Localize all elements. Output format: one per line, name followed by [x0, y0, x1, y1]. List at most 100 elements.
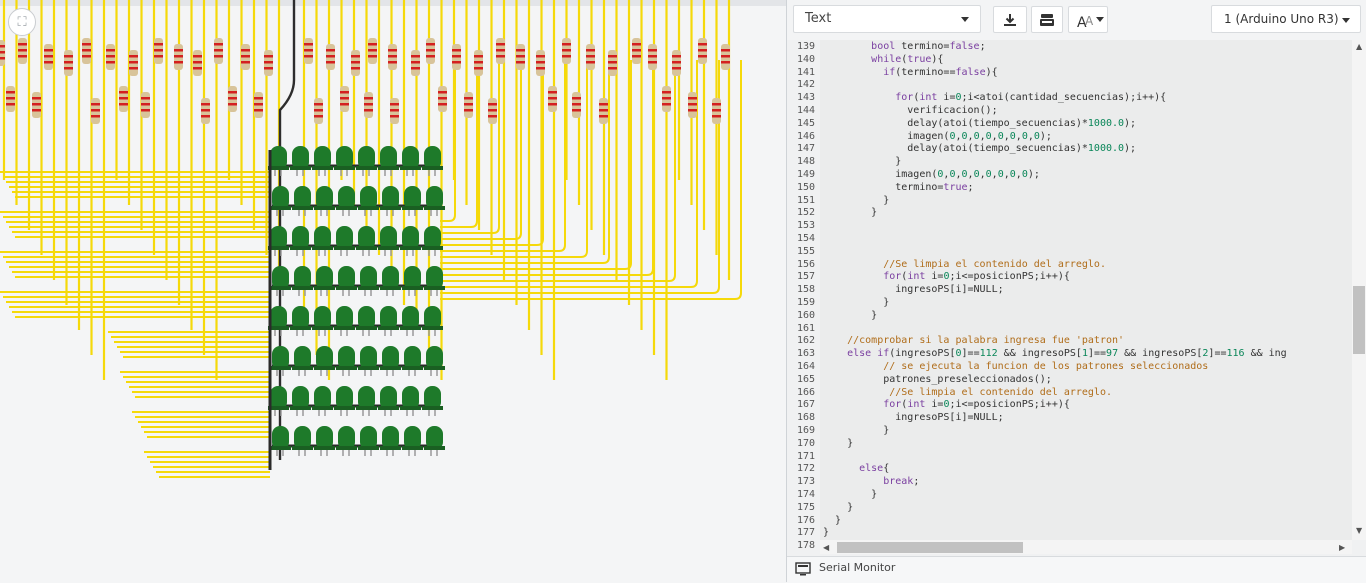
resistor-stripe	[562, 55, 571, 58]
line-number: 143	[796, 92, 815, 104]
led-leg	[296, 330, 304, 336]
led-base	[402, 286, 423, 290]
code-line[interactable]: patrones_preseleccionados();	[823, 374, 1052, 385]
line-number: 163	[796, 348, 815, 360]
code-line[interactable]: }	[823, 527, 829, 538]
code-line[interactable]: }	[823, 207, 877, 218]
resistor-stripe	[721, 49, 730, 52]
code-line[interactable]: }	[823, 489, 877, 500]
wire	[440, 60, 654, 276]
code-line[interactable]: }	[823, 438, 853, 449]
code-line[interactable]: ingresoPS[i]=NULL;	[823, 284, 1003, 295]
code-line[interactable]: //comprobar si la palabra ingresa fue 'p…	[823, 335, 1124, 346]
resistor-stripe	[438, 91, 447, 94]
resistor-stripe	[516, 55, 525, 58]
led-leg	[406, 410, 414, 416]
horizontal-scroll-thumb[interactable]	[837, 542, 1023, 553]
circuit-canvas[interactable]: ⛶	[0, 0, 786, 582]
code-line[interactable]: else if(ingresoPS[0]==112 && ingresoPS[1…	[823, 348, 1287, 359]
line-number: 141	[796, 66, 815, 78]
led-base	[356, 326, 377, 330]
code-line[interactable]: while(true){	[823, 54, 943, 65]
resistor-stripe	[351, 55, 360, 58]
font-size-button[interactable]: A A	[1068, 6, 1108, 33]
scroll-left-icon[interactable]: ◀	[823, 543, 829, 552]
code-line[interactable]: bool termino=false;	[823, 41, 985, 52]
resistor-stripe	[721, 55, 730, 58]
led-base	[314, 286, 335, 290]
code-line[interactable]: }	[823, 195, 889, 206]
svg-text:A: A	[1085, 14, 1094, 28]
code-line[interactable]: delay(atoi(tiempo_secuencias)*1000.0);	[823, 143, 1136, 154]
led-base	[270, 206, 291, 210]
code-line[interactable]: imagen(0,0,0,0,0,0,0,0);	[823, 131, 1052, 142]
resistor-stripe	[174, 55, 183, 58]
led-base	[312, 166, 333, 170]
code-line[interactable]: imagen(0,0,0,0,0,0,0,0);	[823, 169, 1040, 180]
resistor-stripe	[452, 61, 461, 64]
led-leg	[408, 370, 416, 376]
code-line[interactable]: else{	[823, 463, 889, 474]
resistor-stripe	[154, 55, 163, 58]
resistor-stripe	[82, 49, 91, 52]
led-leg	[342, 290, 350, 296]
code-line[interactable]: for(int i=0;i<atoi(cantidad_secuencias);…	[823, 92, 1166, 103]
upload-to-board-button[interactable]	[1031, 6, 1063, 33]
led-base	[292, 206, 313, 210]
code-line[interactable]: termino=true;	[823, 182, 973, 193]
board-select[interactable]: 1 (Arduino Uno R3)	[1211, 5, 1361, 33]
led-base	[378, 246, 399, 250]
led-leg	[406, 330, 414, 336]
code-line[interactable]: // se ejecuta la funcion de los patrones…	[823, 361, 1208, 372]
code-line[interactable]: }	[823, 425, 889, 436]
resistor-stripe	[452, 49, 461, 52]
line-number: 178	[796, 540, 815, 552]
resistor-stripe	[488, 115, 497, 118]
code-line[interactable]: }	[823, 502, 853, 513]
serial-monitor-icon	[795, 562, 811, 576]
code-line[interactable]: //Se limpia el contenido del arreglo.	[823, 259, 1106, 270]
fit-to-screen-icon: ⛶	[17, 14, 27, 30]
code-line[interactable]: }	[823, 297, 889, 308]
code-line[interactable]: delay(atoi(tiempo_secuencias)*1000.0);	[823, 118, 1136, 129]
code-editor[interactable]: bool termino=false; while(true){ if(term…	[820, 40, 1352, 540]
scroll-down-icon[interactable]: ▼	[1356, 526, 1362, 535]
led-base	[312, 406, 333, 410]
code-line[interactable]: for(int i=0;i<=posicionPS;i++){	[823, 399, 1070, 410]
scroll-right-icon[interactable]: ▶	[1339, 543, 1345, 552]
code-line[interactable]: //Se limpia el contenido del arreglo.	[823, 387, 1112, 398]
code-line[interactable]: }	[823, 515, 841, 526]
resistor-stripe	[688, 109, 697, 112]
vertical-scroll-thumb[interactable]	[1353, 286, 1365, 354]
resistor-stripe	[106, 55, 115, 58]
resistor-stripe	[390, 103, 399, 106]
code-line[interactable]: ingresoPS[i]=NULL;	[823, 412, 1003, 423]
resistor-stripe	[364, 97, 373, 100]
resistor-stripe	[214, 43, 223, 46]
download-button[interactable]	[993, 6, 1027, 33]
scroll-up-icon[interactable]: ▲	[1356, 42, 1362, 51]
led-leg	[340, 410, 348, 416]
resistor-stripe	[698, 43, 707, 46]
code-mode-select[interactable]: Text	[793, 5, 981, 33]
resistor-stripe	[18, 55, 27, 58]
led-base	[270, 286, 291, 290]
code-line[interactable]: break;	[823, 476, 919, 487]
led-leg	[384, 410, 392, 416]
resistor-stripe	[496, 55, 505, 58]
code-line[interactable]: for(int i=0;i<=posicionPS;i++){	[823, 271, 1070, 282]
led-leg	[296, 170, 304, 176]
resistor-stripe	[721, 61, 730, 64]
resistor-stripe	[82, 55, 91, 58]
led-base	[356, 406, 377, 410]
fit-to-screen-button[interactable]: ⛶	[8, 8, 36, 36]
resistor-stripe	[129, 67, 138, 70]
code-line[interactable]: }	[823, 156, 901, 167]
serial-monitor-bar[interactable]: Serial Monitor	[787, 556, 1366, 583]
code-line[interactable]: if(termino==false){	[823, 67, 997, 78]
code-line[interactable]: verificacion();	[823, 105, 997, 116]
line-number: 145	[796, 117, 815, 129]
breadboard-circuit[interactable]	[0, 0, 786, 582]
resistor-stripe	[174, 49, 183, 52]
code-line[interactable]: }	[823, 310, 877, 321]
